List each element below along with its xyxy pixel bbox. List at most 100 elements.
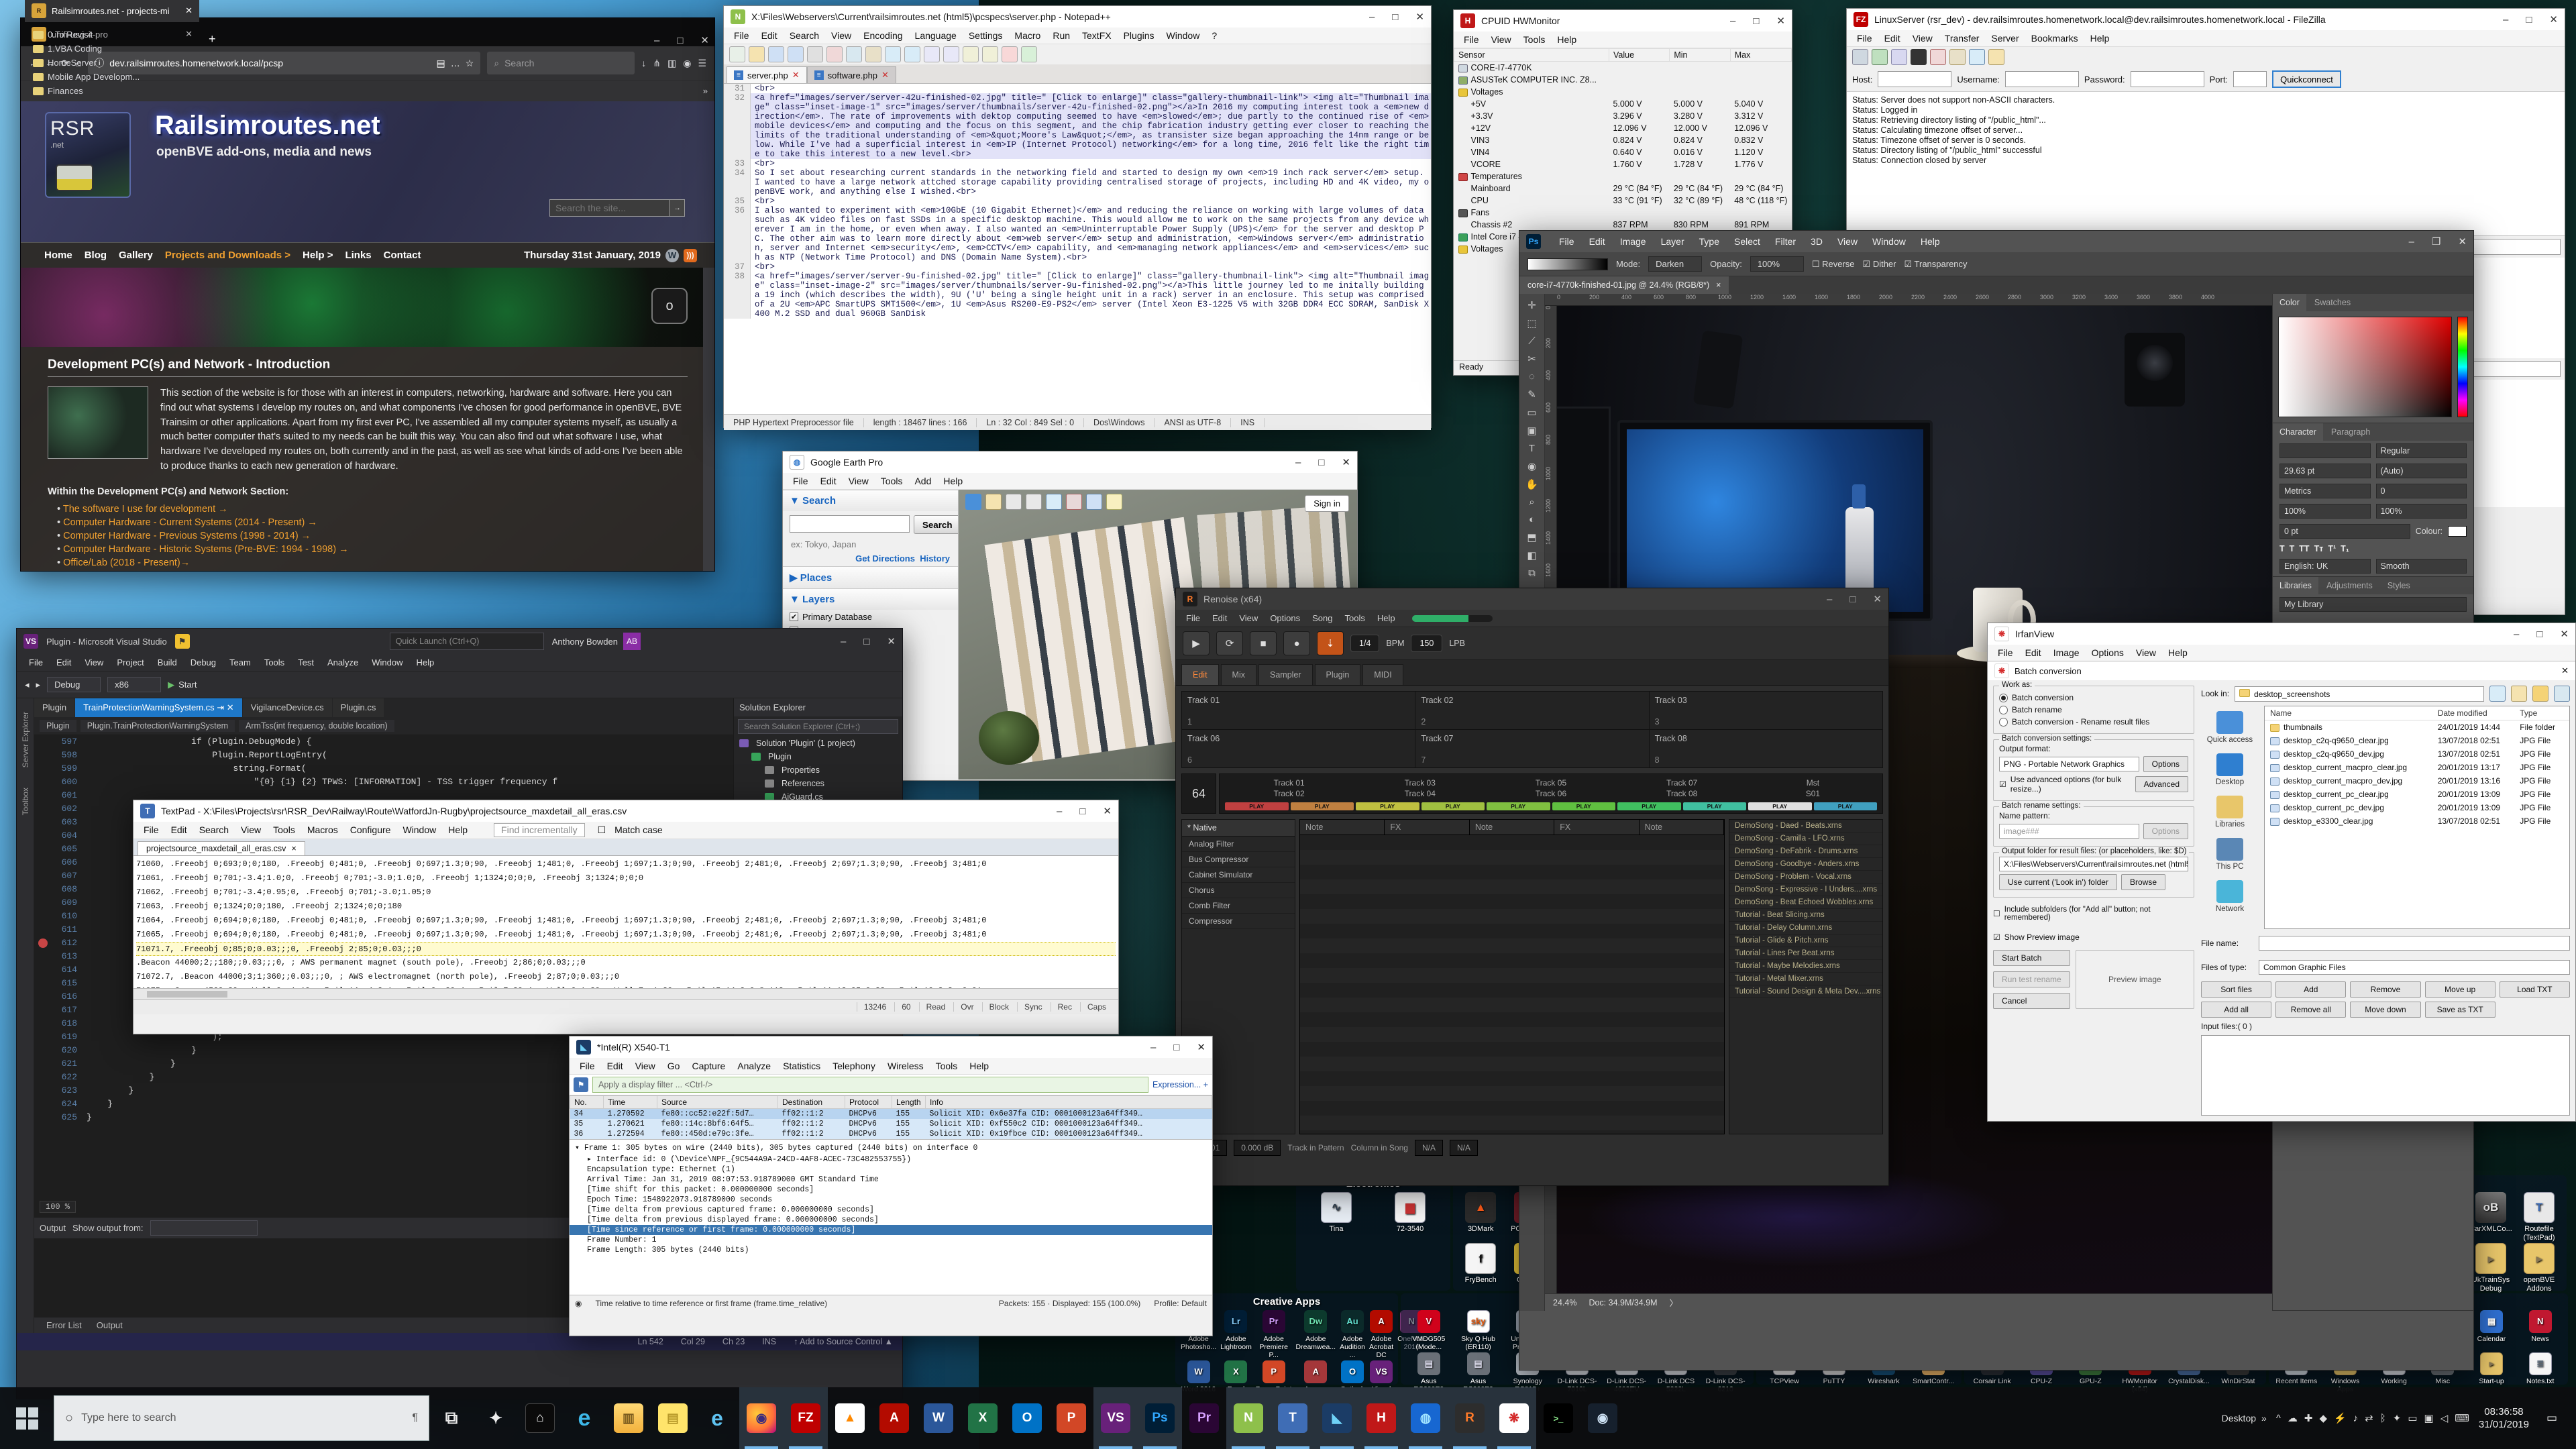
image-overlay-icon[interactable] bbox=[1046, 494, 1062, 510]
path-icon[interactable] bbox=[1026, 494, 1042, 510]
minimize-button[interactable]: – bbox=[2409, 236, 2414, 248]
song-file-item[interactable]: DemoSong - Goodbye - Anders.xrns bbox=[1729, 858, 1882, 871]
minimize-button[interactable]: – bbox=[2503, 14, 2508, 25]
leading-field[interactable]: (Auto) bbox=[2376, 464, 2467, 478]
shortcut-icon[interactable]: Dw bbox=[1304, 1310, 1327, 1333]
site-search-input[interactable] bbox=[549, 199, 670, 217]
start-debug-button[interactable]: ▶Start bbox=[168, 680, 197, 690]
breakpoint-gutter[interactable] bbox=[34, 950, 54, 963]
desktop-shortcut[interactable]: ▲ 3DMark bbox=[1458, 1192, 1503, 1242]
include-subfolders-checkbox[interactable]: ☐ bbox=[1993, 909, 2000, 918]
menu-item[interactable]: Edit bbox=[2019, 646, 2047, 659]
nav-link[interactable]: Home bbox=[38, 247, 78, 264]
onedrive-icon[interactable]: ☁ bbox=[2288, 1412, 2298, 1424]
tool-icon[interactable]: ◉ bbox=[1527, 460, 1536, 472]
kerning-field[interactable]: Metrics bbox=[2279, 484, 2371, 498]
menu-item[interactable]: File bbox=[574, 1059, 601, 1073]
track-play-indicator[interactable]: PLAY bbox=[1225, 802, 1289, 810]
breakpoint-gutter[interactable] bbox=[34, 936, 54, 950]
mode-select[interactable]: Darken bbox=[1648, 256, 1702, 272]
minimize-button[interactable]: – bbox=[1730, 15, 1735, 27]
shortcut-icon[interactable]: ▸ bbox=[2524, 1243, 2555, 1274]
file-row[interactable]: desktop_c2q-q9650_clear.jpg 13/07/2018 0… bbox=[2265, 734, 2569, 747]
tool-icon[interactable]: ◌ bbox=[1529, 371, 1535, 382]
maximize-button[interactable]: ❐ bbox=[2432, 235, 2440, 248]
effect-item[interactable]: Bus Compressor bbox=[1182, 852, 1295, 867]
desktop-shortcut[interactable]: f FryBench bbox=[1458, 1243, 1503, 1285]
file-name-input[interactable] bbox=[2259, 936, 2570, 951]
places-panel-header[interactable]: ▶ Places bbox=[783, 566, 958, 588]
shortcut-icon[interactable]: ▆ bbox=[1395, 1192, 1426, 1223]
desktop-shortcut[interactable]: Pr Adobe Premiere P... bbox=[1256, 1310, 1292, 1359]
new-file-icon[interactable] bbox=[729, 46, 745, 62]
horizontal-scrollbar[interactable] bbox=[133, 988, 1118, 999]
sync-icon[interactable]: ⇄ bbox=[2365, 1412, 2373, 1424]
paste-icon[interactable] bbox=[865, 46, 881, 62]
breakpoint-gutter[interactable] bbox=[34, 1057, 54, 1071]
menu-item[interactable]: Transfer bbox=[1939, 32, 1986, 45]
name-pattern-input[interactable]: image### bbox=[1999, 824, 2139, 839]
file-row[interactable]: thumbnails 24/01/2019 14:44 File folder bbox=[2265, 720, 2569, 735]
menu-icon[interactable]: ☰ bbox=[698, 58, 706, 69]
menu-item[interactable]: File bbox=[728, 29, 755, 42]
sensor-row[interactable]: +5V 5.000 V 5.000 V 5.040 V bbox=[1454, 98, 1792, 110]
menu-item[interactable]: Help bbox=[1371, 611, 1401, 625]
track-play-indicator[interactable]: PLAY bbox=[1814, 802, 1878, 810]
tool-icon[interactable]: ◧ bbox=[1527, 549, 1536, 561]
putty-icon[interactable]: >_ bbox=[1536, 1387, 1580, 1449]
menu-item[interactable]: View bbox=[1831, 234, 1864, 249]
shortcut-icon[interactable]: P bbox=[1263, 1360, 1285, 1383]
song-file-item[interactable]: DemoSong - Beat Echoed Wobbles.xrns bbox=[1729, 896, 1882, 909]
maximize-button[interactable]: □ bbox=[1079, 806, 1085, 817]
detail-line[interactable]: Frame Length: 305 bytes (2440 bits) bbox=[570, 1245, 1212, 1255]
output-format-select[interactable]: PNG - Portable Network Graphics bbox=[1999, 757, 2139, 771]
effect-item[interactable]: Cabinet Simulator bbox=[1182, 867, 1295, 883]
sensor-row[interactable]: VCORE 1.760 V 1.728 V 1.776 V bbox=[1454, 158, 1792, 170]
file-action-button[interactable]: Load TXT bbox=[2500, 981, 2570, 998]
song-file-item[interactable]: DemoSong - Daed - Beats.xrns bbox=[1729, 820, 1882, 833]
panel-tab[interactable]: Styles bbox=[2381, 577, 2417, 594]
textpad-window[interactable]: T TextPad - X:\Files\Projects\rsr\RSR_De… bbox=[133, 800, 1119, 1034]
record-button[interactable]: ● bbox=[1283, 631, 1310, 655]
minimize-button[interactable]: – bbox=[841, 636, 846, 647]
breakpoint-gutter[interactable] bbox=[34, 1030, 54, 1044]
bookmark-item[interactable]: Mobile App Developm... bbox=[28, 70, 147, 84]
breakpoint-gutter[interactable] bbox=[34, 896, 54, 910]
document-tab[interactable]: core-i7-4770k-finished-01.jpg @ 24.4% (R… bbox=[1519, 276, 1729, 294]
desktop-shortcut[interactable]: N News bbox=[2518, 1310, 2563, 1351]
close-button[interactable]: ✕ bbox=[2560, 628, 2569, 640]
scope-track-label[interactable]: Track 08 bbox=[1618, 789, 1746, 798]
breakpoint-gutter[interactable] bbox=[34, 963, 54, 977]
shortcut-icon[interactable]: oB bbox=[2475, 1192, 2506, 1223]
menu-item[interactable]: Select bbox=[1727, 234, 1767, 249]
quick-launch[interactable]: Quick Launch (Ctrl+Q) bbox=[390, 633, 544, 650]
profile[interactable]: Profile: Default bbox=[1154, 1299, 1207, 1308]
shortcut-icon[interactable]: f bbox=[1465, 1243, 1496, 1274]
column-header[interactable]: Length bbox=[892, 1096, 926, 1109]
copy-icon[interactable] bbox=[846, 46, 862, 62]
redo-icon[interactable] bbox=[904, 46, 920, 62]
record-tour-icon[interactable] bbox=[1066, 494, 1082, 510]
detail-line[interactable]: [Time delta from previous displayed fram… bbox=[570, 1215, 1212, 1225]
view-tab[interactable]: Plugin bbox=[1315, 664, 1361, 685]
detail-line[interactable]: Frame Number: 1 bbox=[570, 1235, 1212, 1245]
panel-tab[interactable]: Adjustments bbox=[2320, 577, 2379, 594]
song-file-item[interactable]: Tutorial - Glide & Pitch.xrns bbox=[1729, 934, 1882, 947]
cancel-icon[interactable] bbox=[1911, 49, 1927, 65]
batch-rename-radio[interactable] bbox=[1999, 706, 2008, 714]
track-play-indicator[interactable]: PLAY bbox=[1356, 802, 1419, 810]
wireshark-icon[interactable]: ◣ bbox=[1315, 1387, 1359, 1449]
menu-item[interactable]: Analyze bbox=[731, 1059, 777, 1073]
dither-checkbox[interactable]: ☑ Dither bbox=[1863, 259, 1896, 270]
pattern-editor[interactable]: NoteFXNoteFXNote bbox=[1299, 819, 1725, 1134]
transparency-checkbox[interactable]: ☑ Transparency bbox=[1904, 259, 1968, 270]
column-header[interactable]: Date modified bbox=[2432, 706, 2515, 720]
font-size-field[interactable]: 29.63 pt bbox=[2279, 464, 2371, 478]
breakpoint-gutter[interactable] bbox=[34, 1111, 54, 1124]
open-icon[interactable] bbox=[749, 46, 765, 62]
type-style-toggle[interactable]: T¹ bbox=[2328, 544, 2336, 553]
menu-item[interactable]: Plugins bbox=[1118, 29, 1161, 42]
scope-track-label[interactable]: Track 04 bbox=[1356, 789, 1484, 798]
menu-item[interactable]: Edit bbox=[1878, 32, 1907, 45]
panel-tab[interactable]: Libraries bbox=[2273, 577, 2318, 594]
